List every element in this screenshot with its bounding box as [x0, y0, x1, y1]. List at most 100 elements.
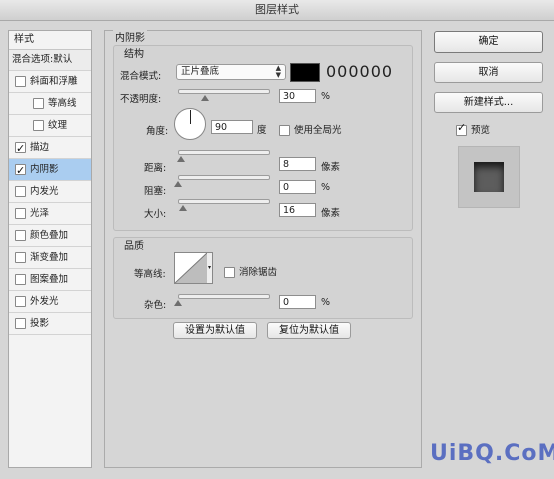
blend-options-item[interactable]: 混合选项:默认: [9, 50, 91, 71]
distance-slider-thumb[interactable]: [176, 156, 185, 162]
style-item-checkbox[interactable]: [15, 230, 26, 241]
style-item-checkbox[interactable]: [15, 252, 26, 263]
opacity-slider-track[interactable]: [178, 89, 270, 94]
window-title-bar: 图层样式: [0, 0, 554, 21]
global-light-checkbox[interactable]: [279, 124, 290, 136]
contour-linear-icon: [174, 252, 208, 284]
make-default-button[interactable]: 设置为默认值: [173, 322, 257, 339]
style-item-checkbox[interactable]: [15, 274, 26, 285]
style-item[interactable]: 图案叠加: [9, 269, 91, 291]
size-input[interactable]: 16: [279, 203, 316, 217]
angle-dial[interactable]: [174, 108, 206, 140]
size-slider-thumb[interactable]: [179, 205, 188, 211]
select-arrows-icon: ▲ ▼: [275, 64, 281, 79]
noise-input[interactable]: 0: [279, 295, 316, 309]
blend-mode-value: 正片叠底: [181, 66, 220, 77]
style-item-checkbox[interactable]: [15, 160, 26, 181]
distance-slider-track[interactable]: [178, 150, 270, 155]
reset-default-button[interactable]: 复位为默认值: [267, 322, 351, 339]
style-item-checkbox[interactable]: [15, 318, 26, 329]
contour-label: 等高线:: [134, 269, 166, 280]
watermark-text: UiBQ.CoM: [430, 441, 554, 466]
size-slider-track[interactable]: [178, 199, 270, 204]
angle-label: 角度:: [146, 126, 169, 137]
style-item[interactable]: 描边: [9, 137, 91, 159]
inner-shadow-panel: 内阴影 结构 混合模式: 正片叠底 ▲ ▼ 000000 不透明度: 30 % 角…: [104, 29, 422, 468]
opacity-input[interactable]: 30: [279, 89, 316, 103]
style-item-label: 等高线: [48, 98, 77, 109]
structure-title: 结构: [124, 49, 144, 60]
opacity-unit: %: [321, 91, 331, 102]
style-item-label: 斜面和浮雕: [30, 76, 78, 87]
distance-unit: 像素: [321, 162, 341, 173]
style-item-label: 渐变叠加: [30, 252, 69, 263]
preview-swatch: [474, 162, 504, 192]
choke-slider-track[interactable]: [178, 175, 270, 180]
style-item-checkbox[interactable]: [33, 98, 44, 109]
style-item[interactable]: 斜面和浮雕: [9, 71, 91, 93]
style-item-checkbox[interactable]: [15, 76, 26, 87]
style-item-label: 纹理: [48, 120, 68, 131]
global-light-label: 使用全局光: [294, 125, 342, 136]
quality-title: 品质: [124, 241, 144, 252]
preview-label: 预览: [471, 125, 491, 136]
global-light-option[interactable]: 使用全局光: [279, 122, 342, 136]
preview-option[interactable]: 预览: [456, 121, 491, 136]
style-item[interactable]: 颜色叠加: [9, 225, 91, 247]
style-item-label: 颜色叠加: [30, 230, 69, 241]
style-item[interactable]: 渐变叠加: [9, 247, 91, 269]
angle-unit: 度: [257, 125, 267, 136]
style-item-label: 内发光: [30, 186, 59, 197]
distance-label: 距离:: [144, 163, 167, 174]
style-list-header[interactable]: 样式: [9, 31, 91, 50]
choke-unit: %: [321, 182, 331, 193]
style-item-label: 光泽: [30, 208, 50, 219]
noise-unit: %: [321, 297, 331, 308]
style-item[interactable]: 光泽: [9, 203, 91, 225]
style-item-label: 图案叠加: [30, 274, 69, 285]
style-item[interactable]: 内阴影: [9, 159, 91, 181]
style-item-label: 描边: [30, 142, 50, 153]
noise-slider-track[interactable]: [178, 294, 270, 299]
style-item-checkbox[interactable]: [33, 120, 44, 131]
new-style-button[interactable]: 新建样式...: [434, 92, 543, 113]
antialias-label: 消除锯齿: [239, 267, 278, 278]
structure-group: 结构 混合模式: 正片叠底 ▲ ▼ 000000 不透明度: 30 % 角度: 9…: [113, 45, 413, 231]
choke-input[interactable]: 0: [279, 180, 316, 194]
choke-label: 阻塞:: [144, 186, 167, 197]
preview-checkbox[interactable]: [456, 121, 467, 136]
style-list-panel: 样式 混合选项:默认 斜面和浮雕等高线纹理描边内阴影内发光光泽颜色叠加渐变叠加图…: [8, 30, 92, 468]
size-unit: 像素: [321, 208, 341, 219]
antialias-option[interactable]: 消除锯齿: [224, 264, 277, 278]
shadow-color-swatch[interactable]: [290, 63, 320, 82]
shadow-color-hex: 000000: [326, 62, 394, 81]
cancel-button[interactable]: 取消: [434, 62, 543, 83]
ok-button[interactable]: 确定: [434, 31, 543, 53]
style-item[interactable]: 内发光: [9, 181, 91, 203]
style-item[interactable]: 纹理: [9, 115, 91, 137]
distance-input[interactable]: 8: [279, 157, 316, 171]
style-item[interactable]: 投影: [9, 313, 91, 335]
blend-mode-select[interactable]: 正片叠底 ▲ ▼: [176, 64, 286, 80]
style-item-label: 外发光: [30, 296, 59, 307]
style-item-checkbox[interactable]: [15, 208, 26, 219]
quality-group: 品质 等高线: ▾ 消除锯齿 杂色: 0 %: [113, 237, 413, 319]
angle-dial-needle-icon: [190, 110, 191, 124]
preview-thumbnail: [458, 146, 520, 208]
style-item-checkbox[interactable]: [15, 296, 26, 307]
style-item-label: 内阴影: [30, 164, 59, 175]
style-item-label: 投影: [30, 318, 50, 329]
style-item-checkbox[interactable]: [15, 186, 26, 197]
style-item-checkbox[interactable]: [15, 138, 26, 159]
contour-picker[interactable]: [174, 252, 208, 284]
contour-dropdown-arrow-icon[interactable]: ▾: [207, 252, 213, 284]
panel-title: 内阴影: [113, 29, 147, 44]
blend-mode-label: 混合模式:: [120, 71, 162, 82]
choke-slider-thumb[interactable]: [174, 181, 182, 187]
style-item[interactable]: 外发光: [9, 291, 91, 313]
style-item[interactable]: 等高线: [9, 93, 91, 115]
angle-input[interactable]: 90: [211, 120, 253, 134]
antialias-checkbox[interactable]: [224, 266, 235, 278]
opacity-slider-thumb[interactable]: [201, 95, 209, 101]
noise-slider-thumb[interactable]: [174, 300, 182, 306]
